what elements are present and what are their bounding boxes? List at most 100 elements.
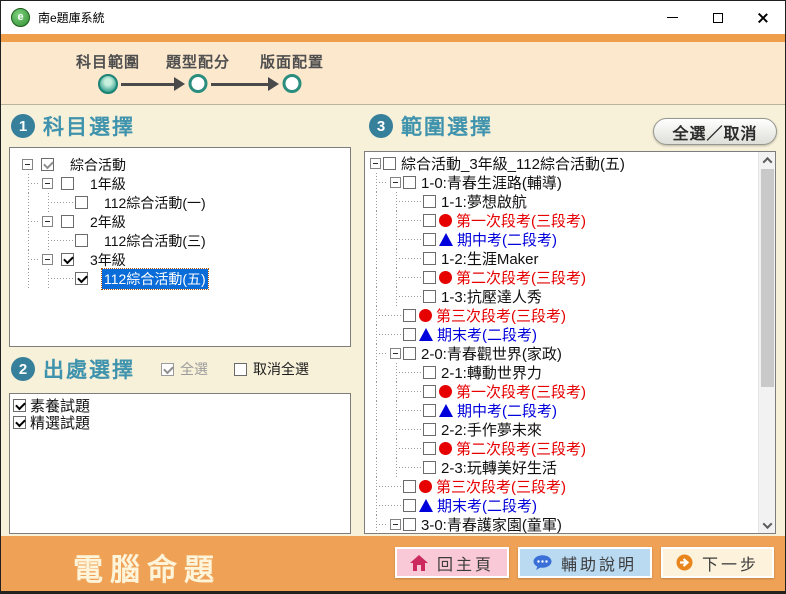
tree-item[interactable]: 2-1:轉動世界力 <box>368 363 775 382</box>
tree-item[interactable]: 第一次段考(三段考) <box>368 382 775 401</box>
tree-checkbox[interactable] <box>383 157 396 170</box>
tree-checkbox[interactable] <box>403 480 416 493</box>
tree-checkbox[interactable] <box>423 461 436 474</box>
tree-checkbox[interactable] <box>75 196 88 209</box>
tree-item[interactable]: 期中考(二段考) <box>368 401 775 420</box>
tree-item[interactable]: 1-1:夢想啟航 <box>368 192 775 211</box>
tree-item-label[interactable]: 1-2:生涯Maker <box>439 248 541 269</box>
next-step-button[interactable]: 下一步 <box>661 547 774 578</box>
tree-item[interactable]: 綜合活動_3年級_112綜合活動(五) <box>368 154 775 173</box>
tree-item-label[interactable]: 第二次段考(三段考) <box>454 267 588 288</box>
tree-item[interactable]: 期末考(二段考) <box>368 325 775 344</box>
tree-item-label[interactable]: 112綜合活動(五) <box>102 269 208 289</box>
tree-checkbox[interactable] <box>41 158 54 171</box>
list-item-checkbox[interactable] <box>13 416 26 429</box>
tree-checkbox[interactable] <box>423 214 436 227</box>
tree-item-label[interactable]: 期中考(二段考) <box>455 400 559 421</box>
tree-item[interactable]: 2年級 <box>20 212 350 231</box>
tree-checkbox[interactable] <box>403 347 416 360</box>
tree-item-label[interactable]: 期中考(二段考) <box>455 229 559 250</box>
tree-item[interactable]: 1年級 <box>20 174 350 193</box>
tree-item[interactable]: 第三次段考(三段考) <box>368 306 775 325</box>
list-item-checkbox[interactable] <box>13 399 26 412</box>
tree-item[interactable]: 3-0:青春護家園(童軍) <box>368 515 775 534</box>
tree-checkbox[interactable] <box>423 252 436 265</box>
tree-item-label[interactable]: 綜合活動_3年級_112綜合活動(五) <box>399 153 627 174</box>
tree-item[interactable]: 112綜合活動(三) <box>20 231 350 250</box>
collapse-expander-icon[interactable] <box>390 177 401 188</box>
tree-item-label[interactable]: 1年級 <box>88 174 128 194</box>
scrollbar[interactable] <box>758 152 775 533</box>
tree-checkbox[interactable] <box>423 385 436 398</box>
tree-item-label[interactable]: 2-0:青春觀世界(家政) <box>419 343 564 364</box>
tree-checkbox[interactable] <box>423 233 436 246</box>
tree-item[interactable]: 期末考(二段考) <box>368 496 775 515</box>
tree-item[interactable]: 綜合活動 <box>20 155 350 174</box>
scrollbar-up-button[interactable] <box>759 152 775 168</box>
tree-item[interactable]: 2-0:青春觀世界(家政) <box>368 344 775 363</box>
tree-item-label[interactable]: 3-0:青春護家園(童軍) <box>419 514 564 534</box>
tree-item-label[interactable]: 2-3:玩轉美好生活 <box>439 457 559 478</box>
tree-checkbox[interactable] <box>61 215 74 228</box>
collapse-expander-icon[interactable] <box>370 158 381 169</box>
tree-item[interactable]: 第三次段考(三段考) <box>368 477 775 496</box>
tree-checkbox[interactable] <box>423 195 436 208</box>
close-button[interactable] <box>740 1 785 34</box>
maximize-button[interactable] <box>695 1 740 34</box>
tree-item[interactable]: 第一次段考(三段考) <box>368 211 775 230</box>
tree-item[interactable]: 1-0:青春生涯路(輔導) <box>368 173 775 192</box>
collapse-expander-icon[interactable] <box>42 254 53 265</box>
tree-item[interactable]: 2-3:玩轉美好生活 <box>368 458 775 477</box>
tree-item-label[interactable]: 綜合活動 <box>68 155 128 175</box>
tree-item-label[interactable]: 2-1:轉動世界力 <box>439 362 544 383</box>
tree-item-label[interactable]: 1-1:夢想啟航 <box>439 191 529 212</box>
tree-checkbox[interactable] <box>61 253 74 266</box>
tree-checkbox[interactable] <box>403 518 416 531</box>
tree-checkbox[interactable] <box>403 328 416 341</box>
tree-item-label[interactable]: 第一次段考(三段考) <box>454 381 588 402</box>
tree-item-label[interactable]: 3年級 <box>88 250 128 270</box>
tree-item-label[interactable]: 第二次段考(三段考) <box>454 438 588 459</box>
scrollbar-thumb[interactable] <box>761 169 774 387</box>
tree-checkbox[interactable] <box>423 271 436 284</box>
tree-checkbox[interactable] <box>423 366 436 379</box>
collapse-expander-icon[interactable] <box>390 519 401 530</box>
list-item[interactable]: 精選試題 <box>11 414 350 431</box>
tree-item-label[interactable]: 第三次段考(三段考) <box>434 305 568 326</box>
tree-item-label[interactable]: 期末考(二段考) <box>435 324 539 345</box>
tree-item-label[interactable]: 1-0:青春生涯路(輔導) <box>419 172 564 193</box>
tree-item-label[interactable]: 2-2:手作夢未來 <box>439 419 544 440</box>
tree-item[interactable]: 3年級 <box>20 250 350 269</box>
tree-checkbox[interactable] <box>423 290 436 303</box>
scrollbar-down-button[interactable] <box>759 517 775 533</box>
tree-checkbox[interactable] <box>423 404 436 417</box>
deselect-all-checkbox[interactable]: 取消全選 <box>234 359 309 379</box>
tree-item[interactable]: 期中考(二段考) <box>368 230 775 249</box>
home-button[interactable]: 回主頁 <box>395 547 509 578</box>
select-all-checkbox[interactable]: 全選 <box>161 359 208 379</box>
collapse-expander-icon[interactable] <box>42 178 53 189</box>
tree-item-label[interactable]: 2年級 <box>88 212 128 232</box>
collapse-expander-icon[interactable] <box>390 348 401 359</box>
tree-item[interactable]: 2-2:手作夢未來 <box>368 420 775 439</box>
tree-checkbox[interactable] <box>423 423 436 436</box>
tree-item-label[interactable]: 第一次段考(三段考) <box>454 210 588 231</box>
tree-checkbox[interactable] <box>403 309 416 322</box>
tree-item[interactable]: 1-2:生涯Maker <box>368 249 775 268</box>
collapse-expander-icon[interactable] <box>22 159 33 170</box>
tree-checkbox[interactable] <box>61 177 74 190</box>
tree-item-label[interactable]: 第三次段考(三段考) <box>434 476 568 497</box>
tree-item-label[interactable]: 112綜合活動(一) <box>102 193 208 213</box>
tree-item[interactable]: 112綜合活動(五) <box>20 269 350 288</box>
tree-item[interactable]: 1-3:抗壓達人秀 <box>368 287 775 306</box>
tree-item[interactable]: 112綜合活動(一) <box>20 193 350 212</box>
tree-item-label[interactable]: 期末考(二段考) <box>435 495 539 516</box>
tree-checkbox[interactable] <box>403 176 416 189</box>
tree-item[interactable]: 第二次段考(三段考) <box>368 439 775 458</box>
minimize-button[interactable] <box>650 1 695 34</box>
tree-checkbox[interactable] <box>75 234 88 247</box>
tree-item[interactable]: 第二次段考(三段考) <box>368 268 775 287</box>
help-button[interactable]: 輔助說明 <box>518 547 652 578</box>
tree-checkbox[interactable] <box>423 442 436 455</box>
tree-item-label[interactable]: 112綜合活動(三) <box>102 231 208 251</box>
